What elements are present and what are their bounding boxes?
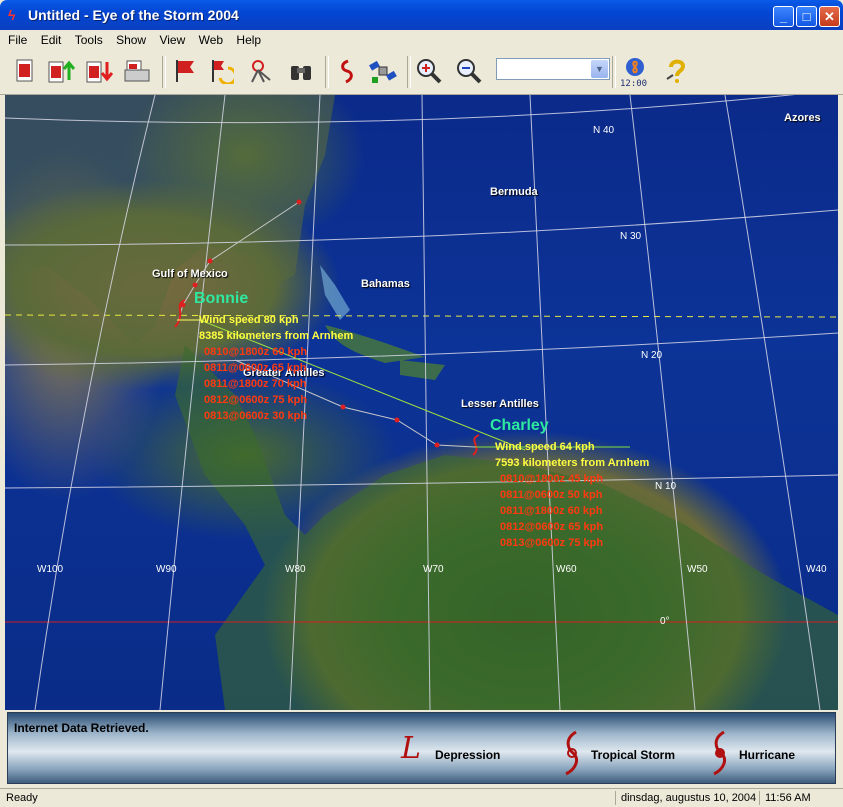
depression-icon: L (401, 731, 421, 766)
status-ready: Ready (6, 792, 38, 804)
lat-label: N 40 (593, 125, 615, 136)
status-divider (615, 791, 616, 805)
storm-select[interactable]: ▼ (496, 58, 610, 80)
status-message: Internet Data Retrieved. (14, 721, 149, 735)
place-gulf-of-mexico: Gulf of Mexico (152, 268, 228, 280)
charley-forecast: 0812@0600z 65 kph (500, 521, 604, 533)
storm-name-bonnie[interactable]: Bonnie (194, 290, 248, 308)
satellite-icon[interactable] (368, 56, 398, 86)
lon-label: W60 (556, 564, 577, 575)
lat-label: N 10 (655, 481, 677, 492)
toolbar-separator (407, 56, 411, 88)
lon-label: W90 (156, 564, 177, 575)
zoom-out-icon[interactable] (454, 56, 484, 86)
app-icon[interactable]: ϟ (8, 7, 22, 23)
storm-map[interactable]: Azores Bermuda Gulf of Mexico Bahamas Gr… (5, 95, 838, 710)
menu-web[interactable]: Web (194, 30, 228, 50)
status-date: dinsdag, augustus 10, 2004 (621, 792, 757, 804)
place-bermuda: Bermuda (490, 186, 538, 198)
lon-label: W50 (687, 564, 708, 575)
charley-forecast: 0813@0600z 75 kph (500, 537, 604, 549)
lat-label: N 20 (641, 350, 663, 361)
legend-panel: Internet Data Retrieved. L Depression Tr… (7, 712, 836, 784)
upload-icon[interactable] (46, 56, 76, 86)
chevron-down-icon[interactable]: ▼ (591, 60, 608, 78)
refresh-icon[interactable] (206, 56, 236, 86)
help-icon[interactable] (662, 56, 692, 86)
place-lesser-antilles: Lesser Antilles (461, 398, 539, 410)
menu-edit[interactable]: Edit (36, 30, 67, 50)
tropical-storm-icon (565, 730, 578, 776)
title-bar: ϟ Untitled - Eye of the Storm 2004 _ □ ✕ (0, 0, 843, 30)
status-divider (759, 791, 760, 805)
bonnie-forecast: 0813@0600z 30 kph (204, 410, 308, 422)
legend-depression: Depression (435, 748, 501, 762)
bonnie-forecast: 0812@0600z 75 kph (204, 394, 308, 406)
bonnie-wind-speed: Wind speed 80 kph (199, 314, 299, 326)
lon-label: W100 (37, 564, 64, 575)
print-icon[interactable] (122, 56, 152, 86)
legend-tropical-storm: Tropical Storm (591, 748, 676, 762)
charley-forecast: 0811@0600z 50 kph (500, 489, 603, 501)
toolbar (0, 50, 843, 95)
zoom-in-icon[interactable] (414, 56, 444, 86)
menu-show[interactable]: Show (111, 30, 151, 50)
bonnie-forecast: 0811@1800z 70 kph (204, 378, 307, 390)
lat-label: N 30 (620, 231, 642, 242)
bonnie-forecast: 0810@1800z 60 kph (204, 346, 308, 358)
menu-view[interactable]: View (154, 30, 190, 50)
storm-icon[interactable] (332, 56, 362, 86)
status-time: 11:56 AM (765, 792, 811, 804)
minimize-button[interactable]: _ (773, 6, 794, 27)
clock-label: 12:00 (620, 79, 648, 89)
legend-hurricane: Hurricane (739, 748, 796, 762)
flag-icon[interactable] (170, 56, 200, 86)
status-bar: Ready dinsdag, augustus 10, 2004 11:56 A… (0, 788, 843, 807)
lon-label: W80 (285, 564, 306, 575)
menu-help[interactable]: Help (231, 30, 266, 50)
storm-name-charley[interactable]: Charley (490, 417, 549, 435)
charley-wind-speed: Wind speed 64 kph (495, 441, 595, 453)
map-overlay (5, 95, 838, 710)
maximize-button[interactable]: □ (796, 6, 817, 27)
charley-forecast: 0811@1800z 60 kph (500, 505, 603, 517)
toolbar-separator (325, 56, 329, 88)
antenna-icon[interactable] (246, 56, 276, 86)
menu-tools[interactable]: Tools (70, 30, 108, 50)
download-icon[interactable] (84, 56, 114, 86)
charley-forecast: 0810@1800z 45 kph (500, 473, 604, 485)
bonnie-forecast: 0811@0600z 65 kph (204, 362, 307, 374)
toolbar-separator (612, 56, 616, 88)
lon-label: W70 (423, 564, 444, 575)
close-button[interactable]: ✕ (819, 6, 840, 27)
lon-label: W40 (806, 564, 827, 575)
menu-bar: File Edit Tools Show View Web Help (0, 30, 843, 50)
bonnie-distance: 8385 kilometers from Arnhem (199, 330, 354, 342)
toolbar-separator (162, 56, 166, 88)
binoculars-icon[interactable] (286, 56, 316, 86)
charley-distance: 7593 kilometers from Arnhem (495, 457, 650, 469)
menu-file[interactable]: File (0, 30, 32, 50)
lat-label: 0° (660, 616, 670, 627)
hurricane-icon (713, 730, 726, 776)
window-title: Untitled - Eye of the Storm 2004 (28, 7, 239, 23)
place-bahamas: Bahamas (361, 278, 410, 290)
place-azores: Azores (784, 112, 821, 124)
new-doc-icon[interactable] (10, 56, 40, 86)
